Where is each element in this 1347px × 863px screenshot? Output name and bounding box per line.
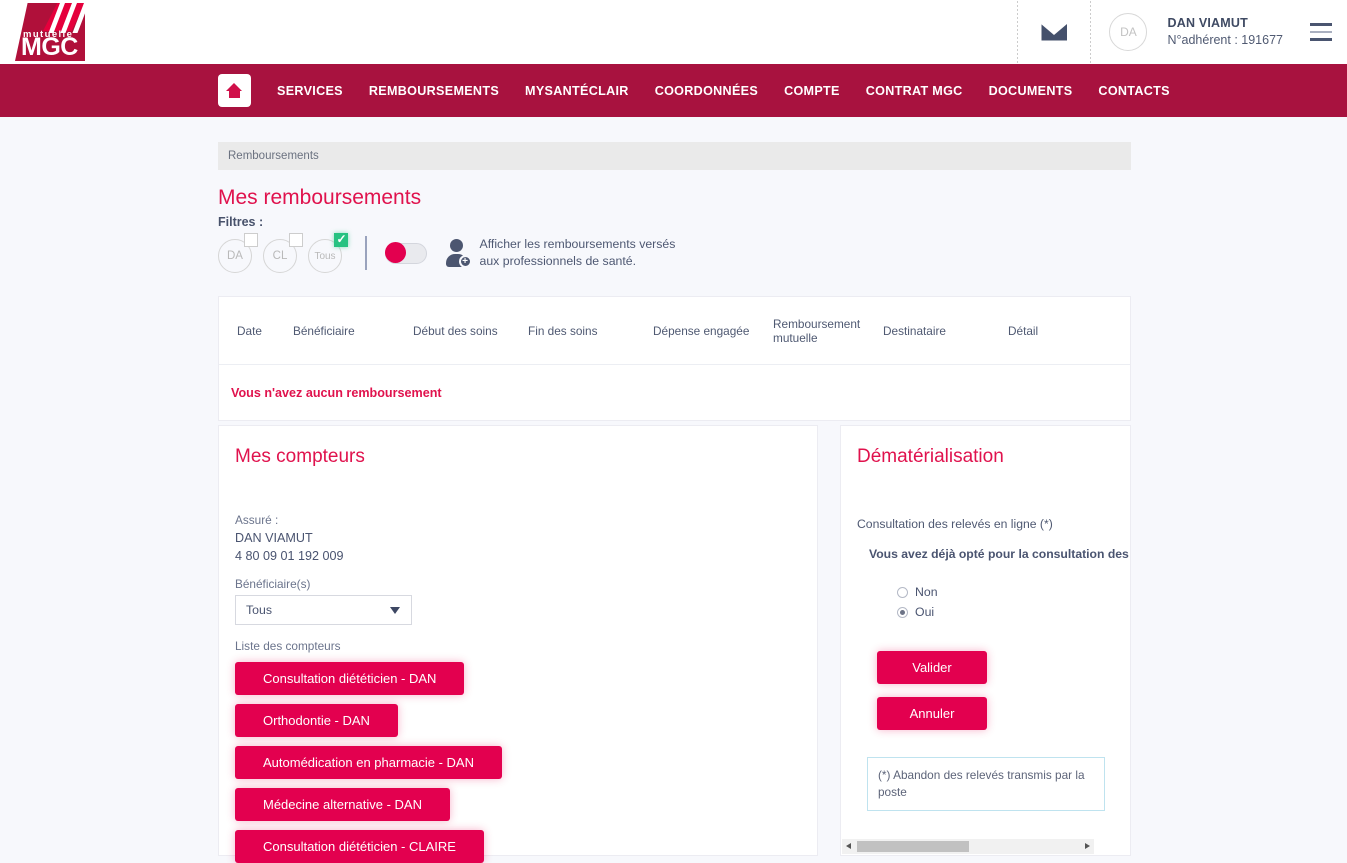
empty-state-message: Vous n'avez aucun remboursement [231, 385, 442, 400]
filters-label: Filtres : [218, 215, 264, 229]
filter-chip-da-checkbox[interactable] [244, 233, 258, 247]
column-header-date[interactable]: Date [237, 324, 293, 338]
home-icon [226, 83, 243, 98]
main-navigation: SERVICES REMBOURSEMENTS MYSANTÉCLAIR COO… [0, 64, 1347, 117]
column-header-beneficiaire[interactable]: Bénéficiaire [293, 324, 413, 338]
column-header-destinataire[interactable]: Destinataire [883, 324, 1008, 338]
radio-option-oui[interactable]: Oui [897, 605, 1114, 619]
cancel-button[interactable]: Annuler [877, 697, 987, 730]
nav-home-button[interactable] [218, 74, 251, 107]
column-header-detail[interactable]: Détail [1008, 324, 1068, 338]
envelope-icon [1041, 23, 1068, 41]
toggle-description-line2: aux professionnels de santé. [479, 254, 637, 268]
radio-option-non[interactable]: Non [897, 585, 1114, 599]
insured-label: Assuré : [235, 513, 279, 527]
scroll-left-arrow-icon[interactable] [846, 843, 851, 849]
page-title: Mes remboursements [218, 186, 422, 209]
hamburger-bar-middle [1310, 30, 1332, 34]
validate-button[interactable]: Valider [877, 651, 987, 684]
toggle-description: Afficher les remboursements versés aux p… [480, 236, 676, 269]
counter-button-consultation-dieteticien-dan[interactable]: Consultation diététicien - DAN [235, 662, 465, 695]
avatar-button[interactable]: DA [1091, 13, 1165, 51]
filter-chip-tous-checkbox[interactable] [334, 232, 348, 247]
chevron-down-icon [390, 607, 400, 614]
nav-item-services[interactable]: SERVICES [277, 84, 343, 98]
toggle-knob [384, 242, 406, 263]
nav-item-documents[interactable]: DOCUMENTS [989, 84, 1073, 98]
nav-item-compte[interactable]: COMPTE [784, 84, 840, 98]
filter-chip-cl[interactable]: CL [263, 233, 303, 273]
filter-chip-da[interactable]: DA [218, 233, 258, 273]
show-payments-toggle[interactable] [384, 242, 427, 264]
column-header-depense[interactable]: Dépense engagée [653, 324, 773, 338]
demat-panel-title: Dématérialisation [857, 446, 1004, 467]
radio-oui-indicator [897, 606, 908, 618]
messages-button[interactable] [1018, 23, 1090, 41]
person-head-shape [449, 239, 463, 252]
insured-name: DAN VIAMUT [235, 531, 313, 545]
insured-number: 4 80 09 01 192 009 [235, 549, 344, 563]
filter-chip-tous[interactable]: Tous [308, 232, 348, 273]
hamburger-bar-top [1310, 23, 1332, 26]
footnote-box: (*) Abandon des relevés transmis par la … [867, 757, 1105, 812]
user-name: DAN VIAMUT [1167, 16, 1248, 31]
add-person-icon: + [445, 238, 472, 268]
counter-button-automedication-pharmacie-dan[interactable]: Automédication en pharmacie - DAN [235, 746, 502, 779]
beneficiary-label: Bénéficiaire(s) [235, 577, 311, 591]
hamburger-menu-icon[interactable] [1301, 23, 1347, 41]
counters-panel-title: Mes compteurs [235, 446, 365, 467]
beneficiary-select-value: Tous [235, 595, 412, 625]
horizontal-scrollbar[interactable] [842, 839, 1094, 854]
nav-item-contrat-mgc[interactable]: CONTRAT MGC [866, 84, 963, 98]
toggle-description-line1: Afficher les remboursements versés [479, 237, 676, 252]
nav-item-contacts[interactable]: CONTACTS [1098, 84, 1169, 98]
user-info[interactable]: DAN VIAMUT N°adhérent : 191677 [1165, 15, 1301, 49]
demat-status-note: Vous avez déjà opté pour la consultation… [869, 547, 1130, 561]
filter-divider [365, 236, 367, 270]
counter-button-orthodontie-dan[interactable]: Orthodontie - DAN [235, 704, 398, 737]
plus-badge: + [458, 255, 472, 268]
avatar: DA [1109, 13, 1148, 51]
column-header-remboursement[interactable]: Remboursement mutuelle [773, 317, 883, 345]
demat-question: Consultation des relevés en ligne (*) [857, 517, 1053, 531]
table-body: Vous n'avez aucun remboursement [219, 365, 1130, 420]
radio-oui-label: Oui [915, 605, 935, 619]
table-header-row: Date Bénéficiaire Début des soins Fin de… [219, 297, 1130, 365]
member-number: N°adhérent : 191677 [1167, 33, 1283, 47]
counters-panel-body: Assuré : DAN VIAMUT 4 80 09 01 192 009 B… [219, 513, 817, 863]
radio-non-label: Non [915, 585, 938, 599]
logo-mgc-text: MGC [21, 33, 78, 61]
top-header: mutuelle MGC DA DAN VIAMUT N°adhérent : … [0, 0, 1347, 64]
nav-item-coordonnees[interactable]: COORDONNÉES [655, 84, 758, 98]
counters-list-label: Liste des compteurs [235, 639, 341, 653]
mgc-logo[interactable]: mutuelle MGC [15, 3, 85, 61]
breadcrumb[interactable]: Remboursements [218, 142, 1131, 170]
column-header-fin-soins[interactable]: Fin des soins [528, 324, 653, 338]
counter-button-medecine-alternative-dan[interactable]: Médecine alternative - DAN [235, 788, 450, 821]
column-header-debut-soins[interactable]: Début des soins [413, 324, 528, 338]
hamburger-bar-bottom [1310, 38, 1332, 41]
beneficiary-select[interactable]: Tous [235, 595, 412, 625]
radio-non-indicator [897, 586, 908, 598]
nav-item-remboursements[interactable]: REMBOURSEMENTS [369, 84, 499, 98]
dematerialisation-panel: Dématérialisation Consultation des relev… [840, 425, 1131, 856]
scrollbar-thumb[interactable] [857, 841, 969, 852]
header-right-group: DA DAN VIAMUT N°adhérent : 191677 [1017, 0, 1347, 64]
demat-panel-body: Consultation des relevés en ligne (*) Vo… [841, 517, 1130, 812]
reimbursements-table: Date Bénéficiaire Début des soins Fin de… [218, 296, 1131, 421]
filter-row: DA CL Tous + Afficher les remboursements… [218, 232, 676, 273]
counter-button-consultation-dieteticien-claire[interactable]: Consultation diététicien - CLAIRE [235, 830, 484, 863]
counters-panel: Mes compteurs Assuré : DAN VIAMUT 4 80 0… [218, 425, 818, 863]
filter-chip-cl-checkbox[interactable] [289, 233, 303, 247]
nav-item-mysanteclair[interactable]: MYSANTÉCLAIR [525, 84, 629, 98]
scroll-right-arrow-icon[interactable] [1085, 843, 1090, 849]
counters-list: Consultation diététicien - DAN Orthodont… [235, 653, 801, 863]
